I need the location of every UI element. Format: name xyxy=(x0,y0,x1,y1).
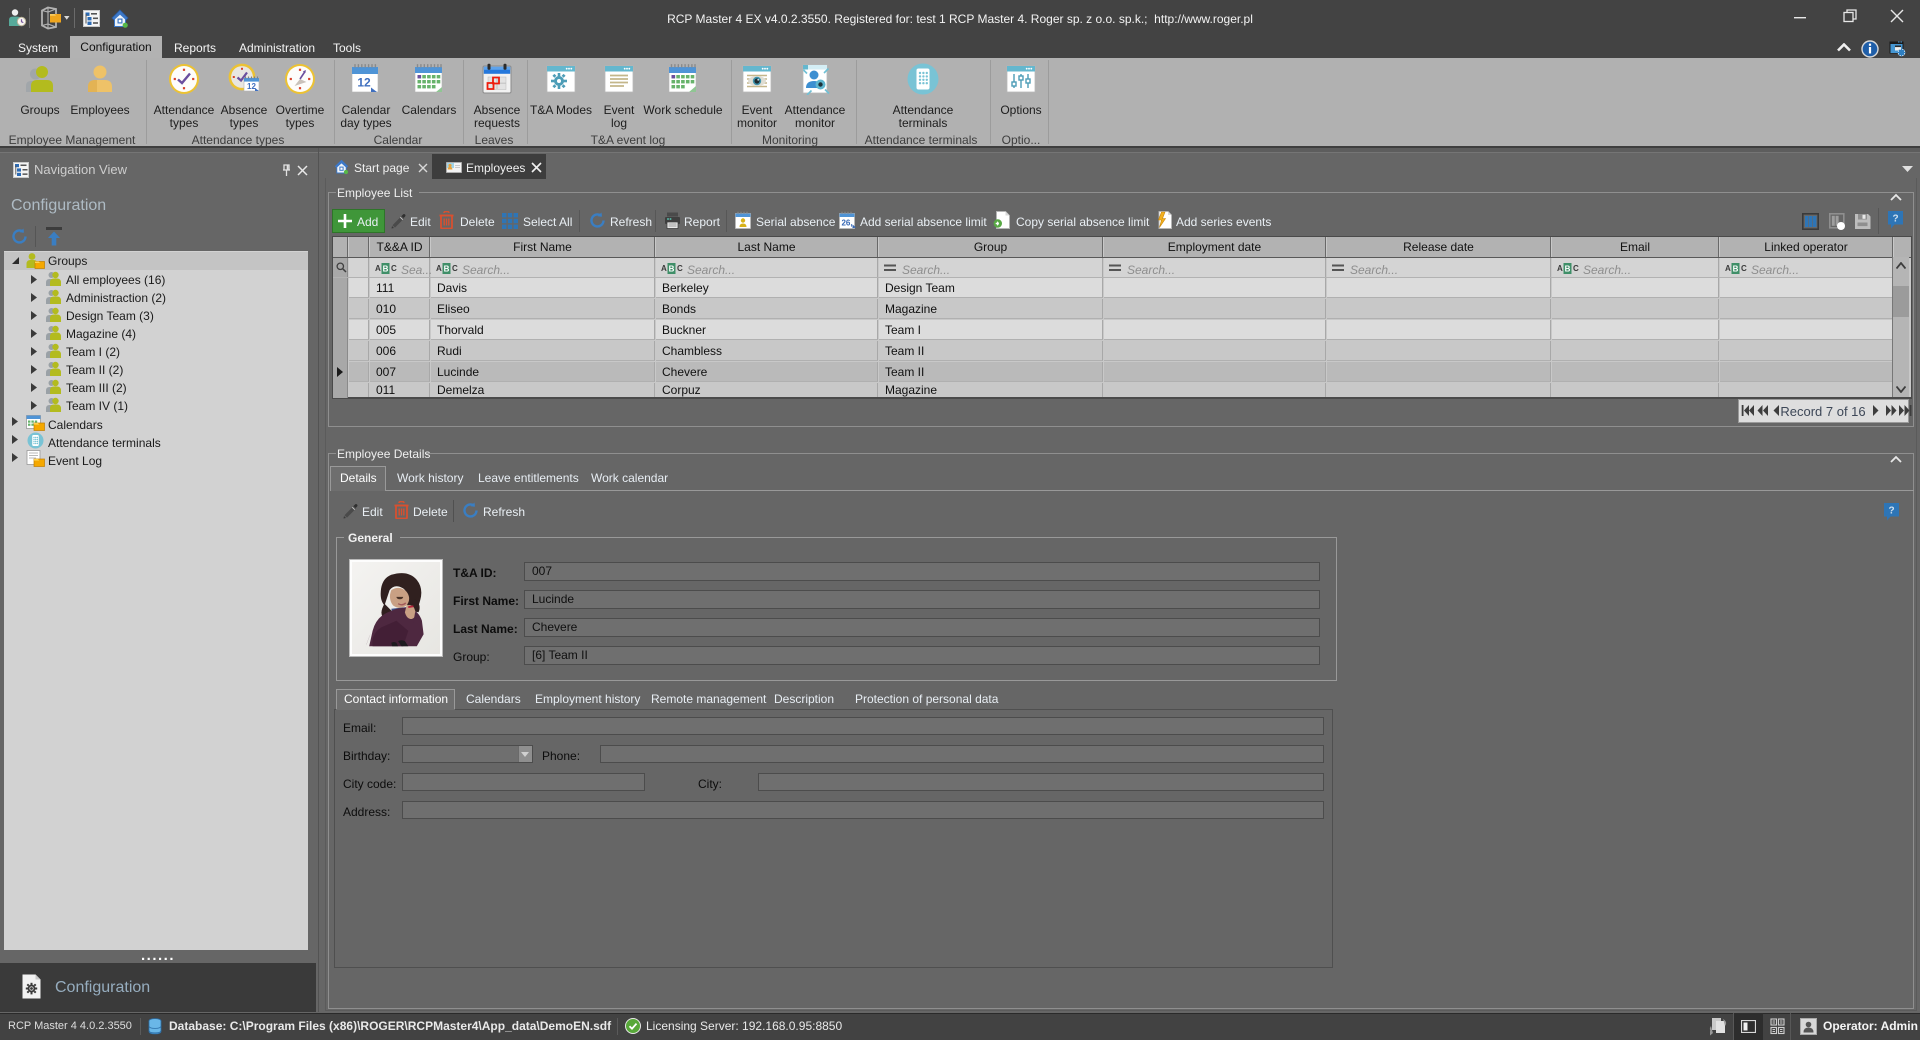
svg-text:A: A xyxy=(661,264,667,273)
svg-text:C: C xyxy=(677,264,683,273)
svg-text:?: ? xyxy=(1892,214,1898,225)
svg-text:?: ? xyxy=(1888,506,1894,517)
svg-text:B: B xyxy=(383,265,389,274)
svg-text:C: C xyxy=(1573,264,1579,273)
svg-text:26,: 26, xyxy=(841,219,852,228)
svg-text:A: A xyxy=(1725,264,1731,273)
svg-text:C: C xyxy=(452,264,458,273)
svg-text:B: B xyxy=(669,265,675,274)
svg-text:12: 12 xyxy=(357,76,371,90)
svg-text:B: B xyxy=(1733,265,1739,274)
svg-text:B: B xyxy=(1565,265,1571,274)
svg-text:B: B xyxy=(444,265,450,274)
svg-text:A: A xyxy=(1557,264,1563,273)
svg-text:C: C xyxy=(391,264,397,273)
svg-text:A: A xyxy=(375,264,381,273)
svg-text:A: A xyxy=(436,264,442,273)
svg-text:C: C xyxy=(1741,264,1747,273)
